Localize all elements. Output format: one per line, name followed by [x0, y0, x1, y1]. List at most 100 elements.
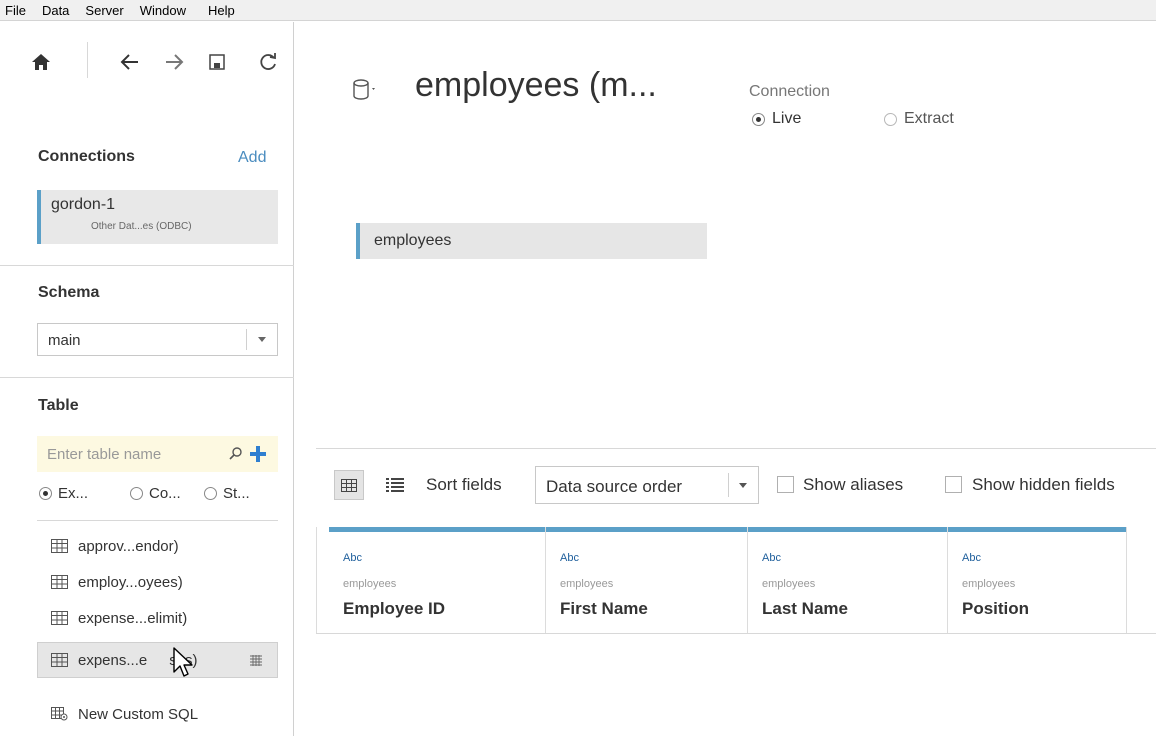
- divider: [0, 377, 294, 378]
- table-name-suffix: ses): [169, 651, 198, 669]
- divider: [0, 265, 294, 266]
- radio-ex[interactable]: Ex...: [39, 485, 88, 502]
- column-accent: [748, 527, 947, 532]
- database-icon[interactable]: [350, 77, 378, 103]
- datasource-title[interactable]: employees (m...: [415, 66, 657, 105]
- column-name: First Name: [560, 599, 648, 618]
- new-custom-sql[interactable]: New Custom SQL: [37, 696, 278, 732]
- live-label: Live: [772, 110, 802, 127]
- search-placeholder: Enter table name: [47, 446, 162, 463]
- radio-st[interactable]: St...: [204, 485, 250, 502]
- connection-item[interactable]: gordon-1 Other Dat...es (ODBC): [37, 190, 278, 244]
- custom-sql-label: New Custom SQL: [78, 705, 199, 723]
- canvas-table-label: employees: [374, 232, 452, 249]
- radio-indicator: [39, 487, 52, 500]
- data-grid-header: Abc employees Employee ID Abc employees …: [329, 527, 1127, 633]
- add-connection-link[interactable]: Add: [238, 149, 266, 167]
- select-divider: [728, 473, 729, 497]
- menu-data[interactable]: Data: [34, 0, 77, 21]
- divider: [37, 520, 278, 521]
- table-name: expense...elimit): [78, 609, 188, 627]
- refresh-icon[interactable]: [256, 50, 280, 74]
- show-hidden-fields-label: Show hidden fields: [972, 475, 1115, 494]
- divider: [316, 448, 1156, 449]
- view-data-icon[interactable]: [249, 654, 263, 666]
- radio-co-label: Co...: [149, 485, 181, 502]
- table-name: employ...oyees): [78, 573, 183, 591]
- list-view-icon[interactable]: [386, 477, 404, 493]
- column-header[interactable]: Abc employees Last Name: [748, 527, 948, 633]
- extract-radio[interactable]: Extract: [884, 110, 954, 128]
- table-list-item[interactable]: employ...oyees): [37, 564, 278, 600]
- connection-type: Other Dat...es (ODBC): [91, 221, 192, 232]
- table-icon: [51, 653, 68, 667]
- show-aliases-checkbox[interactable]: [777, 476, 794, 493]
- radio-st-label: St...: [223, 485, 250, 502]
- column-source: employees: [343, 578, 397, 590]
- menu-window[interactable]: Window: [132, 0, 194, 21]
- table-icon: [51, 611, 68, 625]
- column-type[interactable]: Abc: [560, 552, 579, 564]
- menu-server[interactable]: Server: [77, 0, 131, 21]
- show-hidden-fields-checkbox[interactable]: [945, 476, 962, 493]
- column-accent: [329, 527, 545, 532]
- divider: [316, 633, 1156, 634]
- radio-indicator: [884, 112, 897, 126]
- nav-separator: [87, 42, 88, 78]
- column-accent: [546, 527, 747, 532]
- column-type[interactable]: Abc: [962, 552, 981, 564]
- radio-ex-label: Ex...: [58, 485, 89, 502]
- radio-indicator: [130, 487, 143, 500]
- nav-toolbar: [0, 22, 294, 100]
- sort-fields-label: Sort fields: [426, 475, 502, 494]
- extract-label: Extract: [904, 110, 954, 127]
- table-icon: [51, 539, 68, 553]
- column-type[interactable]: Abc: [343, 552, 362, 564]
- column-name: Employee ID: [343, 599, 446, 618]
- chevron-down-icon: [739, 483, 747, 488]
- connections-heading: Connections: [38, 148, 135, 165]
- grid-view-icon: [341, 478, 357, 492]
- table-search-input[interactable]: Enter table name: [37, 436, 278, 472]
- radio-indicator: [204, 487, 217, 500]
- table-icon: [51, 575, 68, 589]
- connection-label: Connection: [749, 83, 830, 100]
- canvas-table-employees[interactable]: employees: [356, 223, 707, 259]
- schema-heading: Schema: [38, 284, 100, 301]
- sort-fields-value: Data source order: [546, 477, 683, 496]
- sort-fields-select[interactable]: Data source order: [535, 466, 759, 504]
- forward-icon[interactable]: [162, 50, 186, 74]
- radio-indicator: [752, 112, 765, 126]
- table-heading: Table: [38, 397, 79, 414]
- schema-value: main: [48, 332, 81, 349]
- custom-sql-icon: [51, 707, 68, 721]
- plus-icon[interactable]: [248, 444, 268, 464]
- column-name: Last Name: [762, 599, 848, 618]
- schema-select[interactable]: main: [37, 323, 278, 356]
- menu-help[interactable]: Help: [200, 0, 243, 21]
- column-type[interactable]: Abc: [762, 552, 781, 564]
- table-list-item[interactable]: approv...endor): [37, 528, 278, 564]
- home-icon[interactable]: [29, 50, 53, 74]
- grid-view-button[interactable]: [334, 470, 364, 500]
- show-aliases-label: Show aliases: [803, 475, 904, 494]
- table-name: approv...endor): [78, 537, 179, 555]
- column-header[interactable]: Abc employees First Name: [546, 527, 748, 633]
- table-list-item[interactable]: expens...e ses): [37, 642, 278, 678]
- table-list-item[interactable]: expense...elimit): [37, 600, 278, 636]
- column-source: employees: [962, 578, 1016, 590]
- search-icon[interactable]: [228, 446, 244, 462]
- select-divider: [246, 329, 247, 350]
- menu-file[interactable]: File: [0, 0, 34, 21]
- radio-co[interactable]: Co...: [130, 485, 181, 502]
- column-source: employees: [762, 578, 816, 590]
- save-icon[interactable]: [205, 50, 229, 74]
- back-icon[interactable]: [118, 50, 142, 74]
- column-header[interactable]: Abc employees Employee ID: [329, 527, 546, 633]
- column-header[interactable]: Abc employees Position: [948, 527, 1127, 633]
- column-accent: [948, 527, 1126, 532]
- menu-bar: File Data Server Window Help: [0, 0, 1156, 21]
- grid-border: [316, 527, 317, 633]
- left-panel: Connections Add gordon-1 Other Dat...es …: [0, 22, 294, 736]
- live-radio[interactable]: Live: [752, 110, 801, 128]
